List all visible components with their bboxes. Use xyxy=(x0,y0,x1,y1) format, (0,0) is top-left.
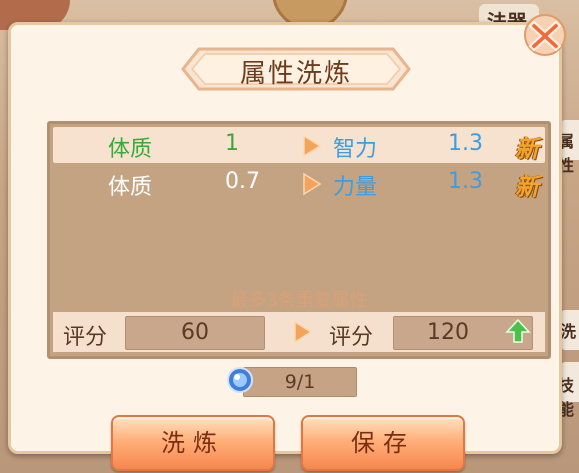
new-attribute-name: 智力 xyxy=(333,137,378,162)
old-attribute-value: 0.7 xyxy=(225,169,260,194)
close-icon[interactable] xyxy=(520,10,570,60)
new-badge: 新 xyxy=(515,173,539,201)
gem-icon xyxy=(227,367,253,393)
duplicate-limit-hint: 最多3条重复属性 xyxy=(230,290,368,311)
new-attribute-name: 力量 xyxy=(333,175,378,200)
arrow-right-icon xyxy=(303,172,322,196)
score-bar: 评分 60 评分 120 xyxy=(53,312,545,352)
new-attribute-value: 1.3 xyxy=(448,131,483,156)
refine-material-counter: 9/1 xyxy=(243,367,357,397)
background-side-label: 洗 xyxy=(560,322,577,341)
dialog-title: 属性洗炼 xyxy=(239,59,352,89)
dialog-title-plate: 属性洗炼 xyxy=(181,45,411,93)
arrow-right-icon xyxy=(294,320,313,344)
score-value-new-text: 120 xyxy=(427,320,469,345)
arrow-right-icon xyxy=(303,134,322,158)
score-label-current: 评分 xyxy=(63,325,108,350)
new-badge: 新 xyxy=(515,135,539,163)
save-button[interactable]: 保存 xyxy=(301,415,465,471)
new-attribute-value: 1.3 xyxy=(448,169,483,194)
score-up-icon xyxy=(505,318,531,343)
refine-dialog: 属性洗炼 体质 1 智力 1.3 新 体质 0.7 力量 1.3 新 最多3条重… xyxy=(8,22,562,471)
score-value-current: 60 xyxy=(125,316,265,350)
attribute-row[interactable]: 体质 1 智力 1.3 新 xyxy=(53,127,545,163)
refine-button[interactable]: 洗炼 xyxy=(111,415,275,471)
attribute-row[interactable]: 体质 0.7 力量 1.3 新 xyxy=(53,165,545,201)
old-attribute-name: 体质 xyxy=(108,137,153,162)
attribute-panel: 体质 1 智力 1.3 新 体质 0.7 力量 1.3 新 最多3条重复属性 评… xyxy=(47,121,551,359)
old-attribute-value: 1 xyxy=(225,131,239,156)
old-attribute-name: 体质 xyxy=(108,175,153,200)
score-label-new: 评分 xyxy=(329,325,374,350)
